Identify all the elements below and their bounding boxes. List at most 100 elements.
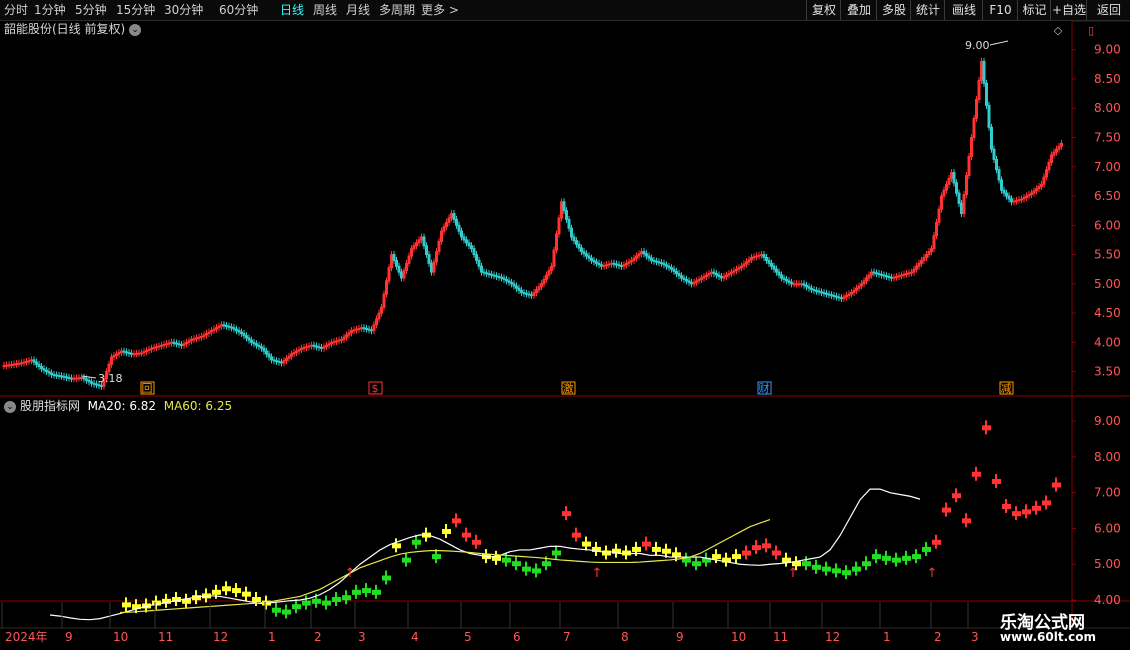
candle-body [1047, 161, 1051, 171]
period-tab-7[interactable]: 周线 [313, 1, 337, 19]
candle-body [585, 253, 588, 257]
candle-body [710, 271, 713, 275]
buy-arrow-icon: ↑ [788, 566, 799, 581]
indicator-bar [302, 600, 311, 606]
period-tab-4[interactable]: 30分钟 [164, 1, 203, 19]
candle-body [382, 293, 386, 308]
candle-body [27, 360, 31, 363]
candle-body [215, 327, 218, 330]
candle-body [537, 286, 541, 291]
candle-body [780, 274, 783, 279]
candle-body [520, 289, 523, 294]
candle-body [302, 346, 306, 349]
candle-body [987, 104, 991, 128]
toolbar-button-5[interactable]: F10 [982, 0, 1018, 20]
candle-body [792, 283, 796, 286]
candle-body [402, 270, 406, 279]
period-tab-5[interactable]: 60分钟 [219, 1, 258, 19]
toolbar-button-4[interactable]: 画线 [944, 0, 983, 20]
candle-body [835, 295, 838, 298]
candle-body [647, 255, 651, 259]
candle-body [547, 270, 551, 276]
period-tab-2[interactable]: 5分钟 [75, 1, 107, 19]
candle-body [722, 275, 726, 279]
candle-body [790, 281, 793, 285]
toolbar-button-8[interactable]: 返回 [1086, 0, 1130, 20]
candle-body [690, 281, 693, 285]
ma60-line [119, 518, 771, 614]
candle-body [1045, 169, 1048, 178]
candle-body [712, 271, 716, 275]
indicator-bar [582, 541, 591, 547]
candle-body [505, 278, 508, 282]
candle-body [607, 263, 611, 266]
indicator-title: ⌄ 股朋指标网 MA20: 6.82 MA60: 6.25 [4, 398, 232, 414]
candle-body [52, 374, 56, 377]
candle-body [100, 384, 103, 387]
indicator-bar [852, 566, 861, 572]
candle-body [335, 340, 338, 343]
x-tick-label: 12 [213, 630, 228, 644]
toolbar-button-6[interactable]: 标记 [1017, 0, 1051, 20]
toolbar-button-0[interactable]: 复权 [806, 0, 841, 20]
period-tab-1[interactable]: 1分钟 [34, 1, 66, 19]
candle-body [1025, 195, 1028, 198]
x-tick-label: 3 [971, 630, 979, 644]
y-tick-label: 6.50 [1094, 189, 1121, 203]
indicator-bar [412, 539, 421, 545]
candle-body [40, 365, 43, 370]
candle-body [650, 257, 653, 261]
candle-body [622, 264, 626, 267]
candle-body [410, 248, 413, 257]
toolbar-button-2[interactable]: 多股 [876, 0, 911, 20]
settings-icon: ▯ [1088, 24, 1094, 37]
period-tab-10[interactable]: 更多 > [421, 1, 459, 19]
kline-chart[interactable]: ▯ ◇ 9.00 8.50 8.00 7.50 7.00 6.50 6.00 5.50 5.00 4.… [0, 0, 1130, 650]
x-tick-label: 4 [411, 630, 419, 644]
indicator-bar [972, 471, 981, 477]
y-tick-label: 5.00 [1094, 557, 1121, 571]
candle-body [645, 253, 648, 257]
indicator-bar [642, 541, 651, 547]
chevron-down-icon[interactable]: ⌄ [4, 400, 16, 413]
indicator-bar [782, 557, 791, 563]
indicator-bar [572, 532, 581, 538]
candle-body [927, 251, 931, 256]
x-tick-label: 11 [773, 630, 788, 644]
period-tab-8[interactable]: 月线 [346, 1, 370, 19]
candle-body [940, 195, 943, 210]
indicator-bar [832, 568, 841, 574]
toolbar-button-3[interactable]: 统计 [910, 0, 945, 20]
chevron-down-icon[interactable]: ⌄ [129, 23, 142, 36]
toolbar-button-7[interactable]: +自选 [1050, 0, 1087, 20]
indicator-bar [752, 545, 761, 551]
candle-body [905, 273, 908, 276]
buy-arrow-icon: ↑ [345, 566, 356, 581]
indicator-bar [532, 568, 541, 574]
candle-body [612, 262, 616, 265]
candle-body [975, 98, 978, 119]
candle-body [602, 265, 606, 268]
indicator-bar [962, 518, 971, 524]
candle-body [7, 364, 11, 367]
candle-body [970, 136, 973, 158]
period-tab-6[interactable]: 日线 [280, 1, 304, 19]
candle-body [60, 375, 63, 378]
candle-body [320, 346, 323, 349]
indicator-bar [912, 554, 921, 560]
candle-body [72, 377, 76, 380]
period-tab-0[interactable]: 分时 [4, 1, 28, 19]
candle-body [197, 336, 201, 339]
y-tick-label: 6.00 [1094, 218, 1121, 232]
candle-body [257, 344, 261, 348]
period-tab-9[interactable]: 多周期 [379, 1, 415, 19]
indicator-bar [682, 557, 691, 563]
candle-body [955, 182, 958, 194]
toolbar-button-1[interactable]: 叠加 [840, 0, 877, 20]
indicator-bar [462, 532, 471, 538]
indicator-bar [182, 598, 191, 604]
candle-body [45, 369, 48, 373]
indicator-bar [632, 546, 641, 552]
period-tab-3[interactable]: 15分钟 [116, 1, 155, 19]
candle-body [635, 255, 638, 259]
